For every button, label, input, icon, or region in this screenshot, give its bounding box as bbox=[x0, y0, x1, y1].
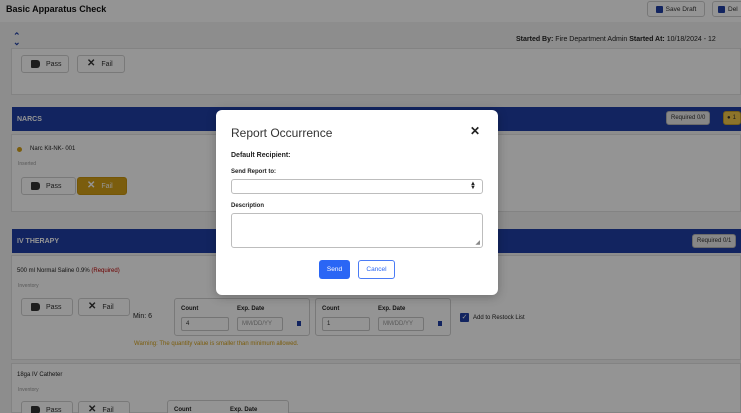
cancel-button[interactable]: Cancel bbox=[358, 260, 395, 279]
description-label: Description bbox=[231, 203, 265, 209]
default-recipient-label: Default Recipient: bbox=[231, 152, 291, 159]
modal-title: Report Occurrence bbox=[231, 126, 333, 140]
select-arrows-icon: ▲ ▼ bbox=[470, 181, 476, 191]
report-occurrence-modal: Report Occurrence ✕ Default Recipient: S… bbox=[216, 110, 498, 295]
description-textarea[interactable]: ◢ bbox=[231, 213, 483, 248]
send-report-to-label: Send Report to: bbox=[231, 169, 276, 175]
close-icon[interactable]: ✕ bbox=[470, 125, 480, 137]
resize-handle-icon[interactable]: ◢ bbox=[475, 239, 480, 246]
send-button[interactable]: Send bbox=[319, 260, 350, 279]
recipient-select[interactable]: ▲ ▼ bbox=[231, 179, 483, 194]
